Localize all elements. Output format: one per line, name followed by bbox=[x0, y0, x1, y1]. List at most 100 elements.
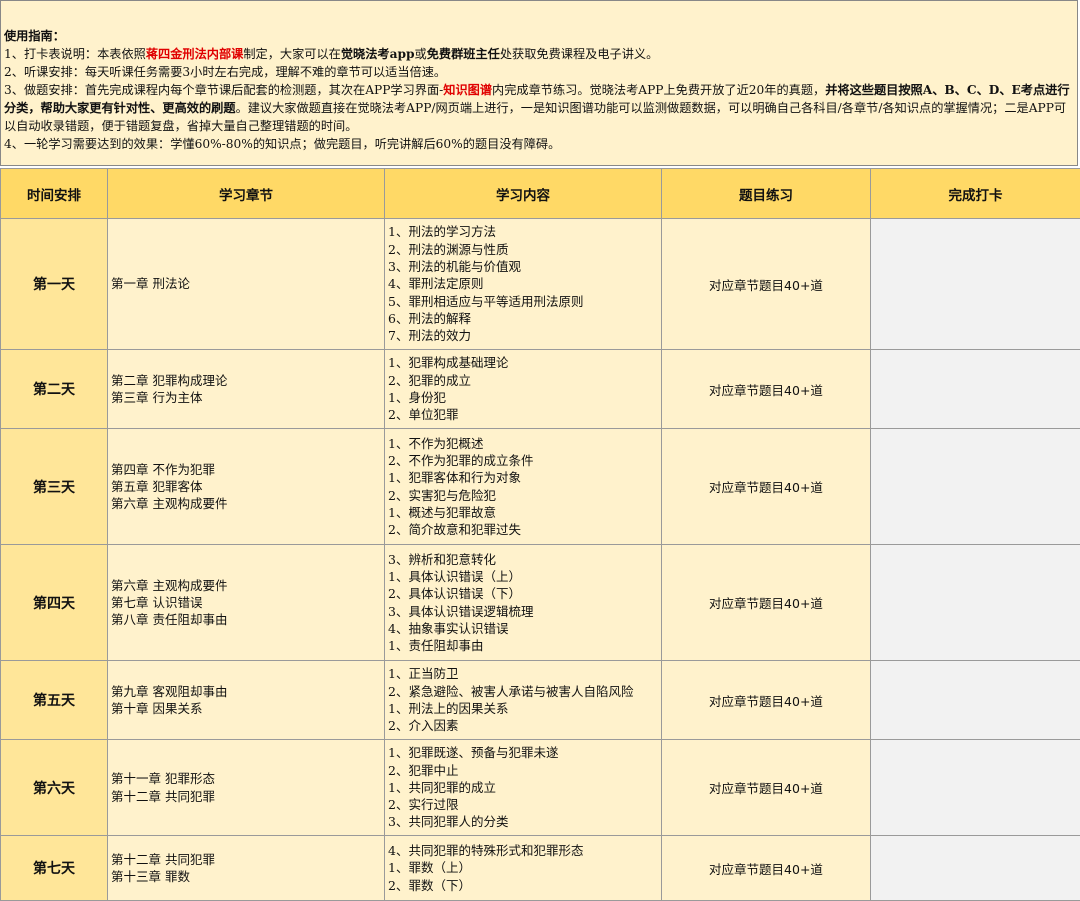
table-row: 第五天第九章 客观阻却事由第十章 因果关系 1、正当防卫2、紧急避险、被害人承诺与… bbox=[1, 661, 1080, 740]
content-line: 1、正当防卫 bbox=[388, 665, 658, 682]
content-line: 2、犯罪的成立 bbox=[388, 372, 658, 389]
guide-item-1: 1、打卡表说明：本表依照蒋四金刑法内部课制定，大家可以在觉晓法考app或免费群班… bbox=[4, 45, 1073, 63]
content-line: 1、犯罪客体和行为对象 bbox=[388, 469, 658, 486]
content-line: 1、刑法上的因果关系 bbox=[388, 700, 658, 717]
header-content: 学习内容 bbox=[385, 169, 662, 219]
content-cell: 1、犯罪构成基础理论2、犯罪的成立1、身份犯2、单位犯罪 bbox=[385, 350, 662, 429]
exercise-cell: 对应章节题目40+道 bbox=[662, 661, 871, 740]
header-chapter: 学习章节 bbox=[108, 169, 385, 219]
chapter-line: 第一章 刑法论 bbox=[111, 275, 381, 292]
table-row: 第三天第四章 不作为犯罪第五章 犯罪客体第六章 主观构成要件1、不作为犯概述2、… bbox=[1, 429, 1080, 545]
usage-guide: 使用指南： 1、打卡表说明：本表依照蒋四金刑法内部课制定，大家可以在觉晓法考ap… bbox=[0, 0, 1078, 166]
content-line: 1、不作为犯概述 bbox=[388, 435, 658, 452]
content-line: 1、罪数（上） bbox=[388, 859, 658, 876]
chapter-line: 第三章 行为主体 bbox=[111, 389, 381, 406]
guide-text: 制定，大家可以在 bbox=[243, 47, 341, 61]
chapter-line: 第四章 不作为犯罪 bbox=[111, 461, 381, 478]
content-line: 3、刑法的机能与价值观 bbox=[388, 258, 658, 275]
chapter-line: 第十二章 共同犯罪 bbox=[111, 851, 381, 868]
table-header-row: 时间安排 学习章节 学习内容 题目练习 完成打卡 bbox=[1, 169, 1080, 219]
content-line: 2、不作为犯罪的成立条件 bbox=[388, 452, 658, 469]
table-row: 第六天第十一章 犯罪形态第十二章 共同犯罪1、犯罪既遂、预备与犯罪未遂2、犯罪中… bbox=[1, 740, 1080, 836]
guide-title: 使用指南： bbox=[4, 27, 1073, 45]
checkin-cell[interactable] bbox=[871, 740, 1080, 836]
header-exercise: 题目练习 bbox=[662, 169, 871, 219]
chapter-line: 第六章 主观构成要件 bbox=[111, 495, 381, 512]
content-line: 3、共同犯罪人的分类 bbox=[388, 813, 658, 830]
content-line: 3、具体认识错误逻辑梳理 bbox=[388, 603, 658, 620]
chapter-line: 第七章 认识错误 bbox=[111, 594, 381, 611]
study-schedule-table: 时间安排 学习章节 学习内容 题目练习 完成打卡 第一天第一章 刑法论1、刑法的… bbox=[0, 168, 1080, 901]
exercise-cell: 对应章节题目40+道 bbox=[662, 740, 871, 836]
content-line: 1、犯罪既遂、预备与犯罪未遂 bbox=[388, 744, 658, 761]
content-line: 1、具体认识错误（上） bbox=[388, 568, 658, 585]
guide-text: 或 bbox=[415, 47, 427, 61]
table-row: 第七天第十二章 共同犯罪第十三章 罪数4、共同犯罪的特殊形式和犯罪形态1、罪数（… bbox=[1, 836, 1080, 901]
content-line: 2、罪数（下） bbox=[388, 877, 658, 894]
chapter-cell: 第一章 刑法论 bbox=[108, 219, 385, 350]
checkin-cell[interactable] bbox=[871, 219, 1080, 350]
content-cell: 1、刑法的学习方法2、刑法的渊源与性质3、刑法的机能与价值观4、罪刑法定原则5、… bbox=[385, 219, 662, 350]
content-line: 1、共同犯罪的成立 bbox=[388, 779, 658, 796]
content-line: 4、抽象事实认识错误 bbox=[388, 620, 658, 637]
chapter-cell: 第六章 主观构成要件第七章 认识错误第八章 责任阻却事由 bbox=[108, 545, 385, 661]
chapter-line: 第二章 犯罪构成理论 bbox=[111, 372, 381, 389]
content-line: 2、简介故意和犯罪过失 bbox=[388, 521, 658, 538]
day-cell: 第五天 bbox=[1, 661, 108, 740]
day-cell: 第四天 bbox=[1, 545, 108, 661]
exercise-cell: 对应章节题目40+道 bbox=[662, 219, 871, 350]
chapter-line: 第十三章 罪数 bbox=[111, 868, 381, 885]
content-line: 2、犯罪中止 bbox=[388, 762, 658, 779]
content-line: 4、共同犯罪的特殊形式和犯罪形态 bbox=[388, 842, 658, 859]
content-line: 2、实害犯与危险犯 bbox=[388, 487, 658, 504]
header-time: 时间安排 bbox=[1, 169, 108, 219]
chapter-cell: 第十二章 共同犯罪第十三章 罪数 bbox=[108, 836, 385, 901]
content-line: 2、具体认识错误（下） bbox=[388, 585, 658, 602]
day-cell: 第一天 bbox=[1, 219, 108, 350]
chapter-line: 第十章 因果关系 bbox=[111, 700, 381, 717]
content-line: 4、罪刑法定原则 bbox=[388, 275, 658, 292]
chapter-cell: 第十一章 犯罪形态第十二章 共同犯罪 bbox=[108, 740, 385, 836]
exercise-cell: 对应章节题目40+道 bbox=[662, 545, 871, 661]
chapter-line: 第十一章 犯罪形态 bbox=[111, 770, 381, 787]
guide-item-2: 2、听课安排：每天听课任务需要3小时左右完成，理解不难的章节可以适当倍速。 bbox=[4, 63, 1073, 81]
day-cell: 第二天 bbox=[1, 350, 108, 429]
content-cell: 4、共同犯罪的特殊形式和犯罪形态1、罪数（上）2、罪数（下） bbox=[385, 836, 662, 901]
table-row: 第四天第六章 主观构成要件第七章 认识错误第八章 责任阻却事由3、辨析和犯意转化… bbox=[1, 545, 1080, 661]
table-row: 第一天第一章 刑法论1、刑法的学习方法2、刑法的渊源与性质3、刑法的机能与价值观… bbox=[1, 219, 1080, 350]
content-line: 1、责任阻却事由 bbox=[388, 637, 658, 654]
guide-item-3: 3、做题安排：首先完成课程内每个章节课后配套的检测题，其次在APP学习界面-知识… bbox=[4, 81, 1073, 135]
chapter-line: 第五章 犯罪客体 bbox=[111, 478, 381, 495]
content-line: 5、罪刑相适应与平等适用刑法原则 bbox=[388, 293, 658, 310]
table-row: 第二天第二章 犯罪构成理论第三章 行为主体1、犯罪构成基础理论2、犯罪的成立1、… bbox=[1, 350, 1080, 429]
content-line: 2、介入因素 bbox=[388, 717, 658, 734]
guide-text: 内完成章节练习。觉晓法考APP上免费开放了近20年的真题， bbox=[492, 83, 825, 97]
content-line: 2、实行过限 bbox=[388, 796, 658, 813]
content-line: 6、刑法的解释 bbox=[388, 310, 658, 327]
day-cell: 第六天 bbox=[1, 740, 108, 836]
guide-text: 处获取免费课程及电子讲义。 bbox=[500, 47, 658, 61]
chapter-line: 第九章 客观阻却事由 bbox=[111, 683, 381, 700]
content-line: 1、身份犯 bbox=[388, 389, 658, 406]
chapter-line: 第六章 主观构成要件 bbox=[111, 577, 381, 594]
guide-item-4: 4、一轮学习需要达到的效果：学懂60%-80%的知识点；做完题目，听完讲解后60… bbox=[4, 135, 1073, 153]
checkin-cell[interactable] bbox=[871, 545, 1080, 661]
content-line: 2、刑法的渊源与性质 bbox=[388, 241, 658, 258]
content-line: 3、辨析和犯意转化 bbox=[388, 551, 658, 568]
guide-teacher: 免费群班主任 bbox=[427, 47, 500, 61]
chapter-line: 第八章 责任阻却事由 bbox=[111, 611, 381, 628]
exercise-cell: 对应章节题目40+道 bbox=[662, 836, 871, 901]
content-cell: 3、辨析和犯意转化1、具体认识错误（上）2、具体认识错误（下）3、具体认识错误逻… bbox=[385, 545, 662, 661]
guide-text: 3、做题安排：首先完成课程内每个章节课后配套的检测题，其次在APP学习界面- bbox=[4, 83, 443, 97]
content-line: 2、紧急避险、被害人承诺与被害人自陷风险 bbox=[388, 683, 658, 700]
checkin-cell[interactable] bbox=[871, 350, 1080, 429]
checkin-cell[interactable] bbox=[871, 429, 1080, 545]
content-line: 7、刑法的效力 bbox=[388, 327, 658, 344]
content-line: 1、犯罪构成基础理论 bbox=[388, 354, 658, 371]
checkin-cell[interactable] bbox=[871, 661, 1080, 740]
chapter-cell: 第二章 犯罪构成理论第三章 行为主体 bbox=[108, 350, 385, 429]
chapter-line: 第十二章 共同犯罪 bbox=[111, 788, 381, 805]
guide-highlight-knowledge-map: 知识图谱 bbox=[443, 83, 492, 97]
header-checkin: 完成打卡 bbox=[871, 169, 1080, 219]
checkin-cell[interactable] bbox=[871, 836, 1080, 901]
